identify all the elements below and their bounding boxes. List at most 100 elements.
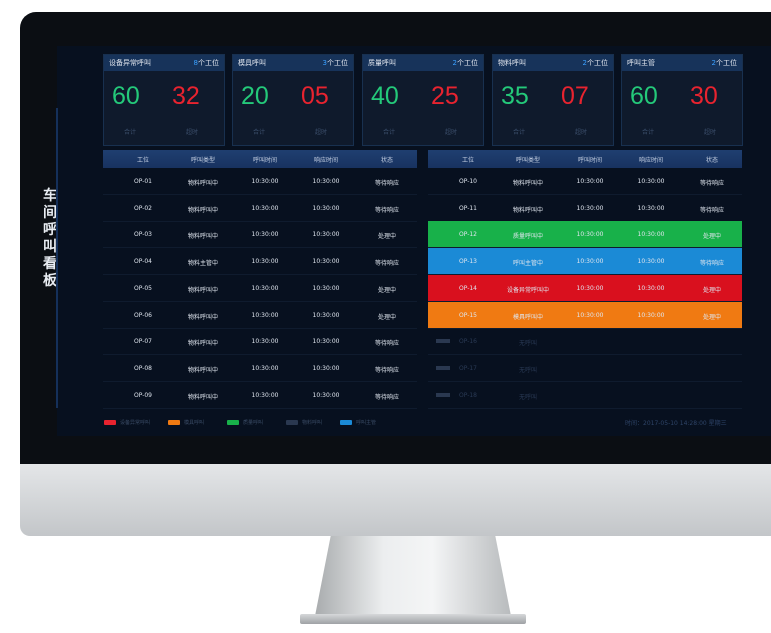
table-cell: OP-04 <box>133 258 152 266</box>
column-header: 呼叫时间 <box>252 157 277 164</box>
overtime-label: 超时 <box>186 129 199 136</box>
table-cell: 10:30:00 <box>312 311 340 319</box>
legend-label: 设备异常呼叫 <box>120 420 151 426</box>
table-row[interactable]: OP-10 物料呼叫中 10:30:00 10:30:00 等待响应 <box>428 168 742 195</box>
table-row[interactable]: OP-13 呼叫主管中 10:30:00 10:30:00 等待响应 <box>428 248 742 276</box>
table-header: 工位 呼叫类型 呼叫时间 响应时间 状态 <box>428 150 742 168</box>
table-cell: 10:30:00 <box>312 284 340 292</box>
table-cell: 等待响应 <box>374 180 399 187</box>
table-row[interactable]: OP-04 物料主管中 10:30:00 10:30:00 等待响应 <box>103 248 417 276</box>
table-cell: OP-12 <box>458 231 477 239</box>
table-cell: 等待响应 <box>374 206 399 214</box>
table-row[interactable]: OP-12 质量呼叫中 10:30:00 10:30:00 处理中 <box>428 221 742 249</box>
station-count: 8个工位 <box>194 58 219 68</box>
table-row[interactable]: OP-08 物料呼叫中 10:30:00 10:30:00 等待响应 <box>103 355 417 382</box>
table-cell: 10:30:00 <box>251 231 279 239</box>
table-row[interactable]: OP-05 物料呼叫中 10:30:00 10:30:00 处理中 <box>103 275 417 302</box>
table-cell: 模具呼叫中 <box>512 313 543 321</box>
station-count-unit: 个工位 <box>327 59 348 67</box>
monitor-stand <box>315 536 511 616</box>
table-cell: 等待响应 <box>699 180 724 187</box>
table-cell: 物料呼叫中 <box>187 393 218 401</box>
table-cell: 物料呼叫中 <box>512 180 543 187</box>
card-title: 设备异常呼叫 <box>109 59 151 67</box>
table-cell: OP-14 <box>458 284 477 292</box>
station-count: 2个工位 <box>453 58 478 68</box>
overtime-count: 05 <box>301 82 329 110</box>
table-cell: 10:30:00 <box>637 178 665 185</box>
table-cell: OP-17 <box>458 364 477 372</box>
legend-label: 质量呼叫 <box>243 420 264 426</box>
table-cell: 10:30:00 <box>312 231 340 239</box>
column-header: 呼叫类型 <box>515 157 540 164</box>
station-count-unit: 个工位 <box>198 59 219 67</box>
overtime-count: 07 <box>561 82 589 110</box>
table-cell: OP-03 <box>133 231 152 239</box>
card-title: 模具呼叫 <box>238 59 266 67</box>
table-cell: 10:30:00 <box>576 284 604 292</box>
table-row[interactable]: OP-16 无呼叫 <box>428 328 742 356</box>
call-summary-card: 呼叫主管 2个工位 60 30 合计 超时 <box>621 54 743 146</box>
card-title: 呼叫主管 <box>627 59 655 67</box>
column-header: 响应时间 <box>638 157 663 164</box>
table-row[interactable]: OP-03 物料呼叫中 10:30:00 10:30:00 处理中 <box>103 221 417 249</box>
table-cell: 物料呼叫中 <box>512 206 543 214</box>
table-cell: 10:30:00 <box>312 338 340 346</box>
table-row[interactable]: OP-09 物料呼叫中 10:30:00 10:30:00 等待响应 <box>103 382 417 409</box>
legend-label: 模具呼叫 <box>184 420 205 426</box>
table-row[interactable]: OP-02 物料呼叫中 10:30:00 10:30:00 等待响应 <box>103 195 417 222</box>
overtime-count: 30 <box>690 82 718 110</box>
total-label: 合计 <box>383 129 396 136</box>
table-header: 工位 呼叫类型 呼叫时间 响应时间 状态 <box>103 150 417 168</box>
table-row[interactable]: OP-11 物料呼叫中 10:30:00 10:30:00 等待响应 <box>428 195 742 222</box>
table-row[interactable]: OP-14 设备异常呼叫中 10:30:00 10:30:00 处理中 <box>428 274 742 302</box>
table-cell: OP-13 <box>458 258 477 266</box>
table-cell: 物料呼叫中 <box>187 180 218 187</box>
total-count: 35 <box>501 82 529 110</box>
table-cell: OP-06 <box>133 311 152 319</box>
table-row[interactable]: OP-06 物料呼叫中 10:30:00 10:30:00 处理中 <box>103 302 417 329</box>
total-label: 合计 <box>642 129 655 136</box>
station-count-unit: 个工位 <box>716 59 737 67</box>
column-header: 呼叫时间 <box>577 157 602 164</box>
column-header: 工位 <box>136 157 149 164</box>
card-header: 质量呼叫 2个工位 <box>363 55 483 71</box>
table-cell: 10:30:00 <box>576 204 604 212</box>
table-row[interactable]: OP-07 物料呼叫中 10:30:00 10:30:00 等待响应 <box>103 328 417 356</box>
total-label: 合计 <box>513 129 526 136</box>
table-row[interactable]: OP-18 无呼叫 <box>428 382 742 409</box>
table-cell: 物料呼叫中 <box>187 286 218 294</box>
table-cell: 10:30:00 <box>576 311 604 319</box>
table-cell: 物料呼叫中 <box>187 206 218 214</box>
table-cell: OP-05 <box>133 284 152 292</box>
total-count: 40 <box>371 82 399 110</box>
footer-timestamp: 时间：2017-05-10 14:28:00 星期三 <box>625 420 727 427</box>
total-count: 20 <box>241 82 269 110</box>
legend-swatch <box>286 420 298 425</box>
side-divider <box>56 108 58 408</box>
table-row[interactable]: OP-17 无呼叫 <box>428 355 742 382</box>
table-cell: 处理中 <box>377 233 396 241</box>
table-cell: 10:30:00 <box>251 284 279 292</box>
table-cell: OP-11 <box>458 204 477 212</box>
table-cell: 等待响应 <box>374 340 399 348</box>
legend-label: 物料呼叫 <box>302 420 323 426</box>
total-count: 60 <box>630 82 658 110</box>
overtime-count: 25 <box>431 82 459 110</box>
column-header: 响应时间 <box>313 157 338 164</box>
table-cell: 10:30:00 <box>312 258 340 266</box>
column-header: 状态 <box>705 157 718 164</box>
table-cell: 物料呼叫中 <box>187 366 218 374</box>
total-label: 合计 <box>253 129 266 136</box>
legend-swatch <box>168 420 180 425</box>
table-cell: 10:30:00 <box>251 364 279 372</box>
table-cell: 处理中 <box>702 233 721 241</box>
card-title: 物料呼叫 <box>498 59 526 67</box>
table-row[interactable]: OP-01 物料呼叫中 10:30:00 10:30:00 等待响应 <box>103 168 417 195</box>
column-header: 呼叫类型 <box>190 157 215 164</box>
table-cell: 10:30:00 <box>312 204 340 212</box>
table-cell: 处理中 <box>702 313 721 321</box>
table-cell: 10:30:00 <box>312 178 340 185</box>
table-row[interactable]: OP-15 模具呼叫中 10:30:00 10:30:00 处理中 <box>428 301 742 329</box>
table-cell: 10:30:00 <box>251 338 279 346</box>
